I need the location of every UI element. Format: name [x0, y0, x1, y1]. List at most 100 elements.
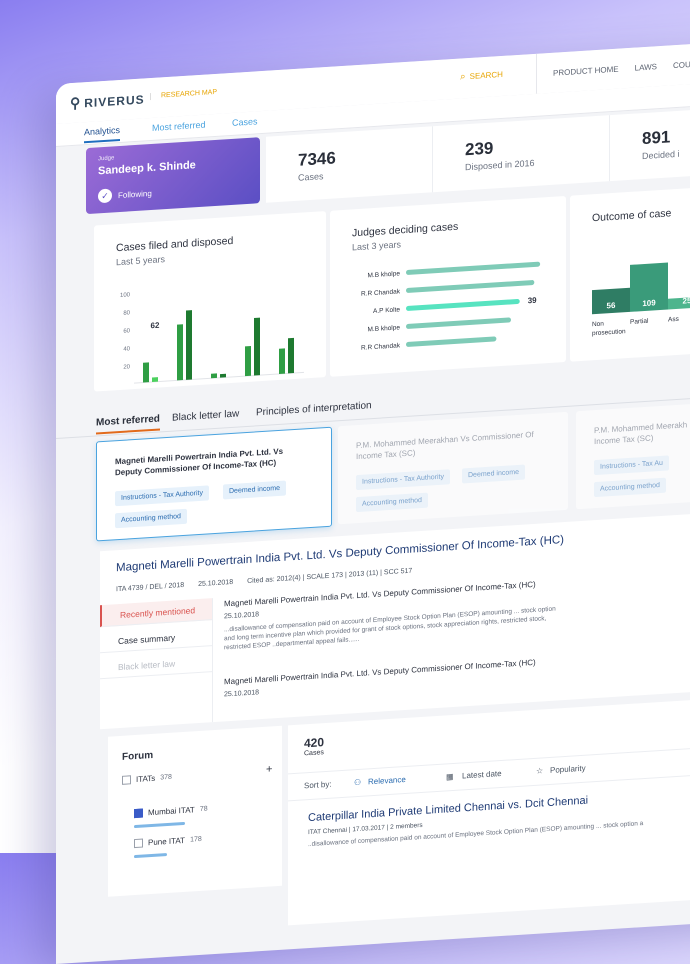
research-map-link[interactable]: RESEARCH MAP	[150, 88, 218, 101]
search-button[interactable]: ⌕ SEARCH	[460, 69, 503, 83]
tab-most-referred[interactable]: Most referred	[152, 120, 206, 133]
stat-value: 7346	[298, 148, 336, 170]
search-icon: ⌕	[460, 71, 466, 83]
tag-chip[interactable]: Instructions - Tax Authority	[115, 485, 209, 507]
tab-most-referred-section[interactable]: Most referred	[96, 413, 160, 435]
nav-product-home[interactable]: PRODUCT HOME	[553, 64, 619, 77]
bar-label: M.B kholpe	[368, 324, 401, 333]
results-count-label: Cases	[304, 749, 324, 758]
search-label: SEARCH	[469, 69, 503, 81]
y-tick-label: 40	[123, 346, 130, 352]
tab-black-letter-law[interactable]: Black letter law	[172, 408, 239, 423]
case-title[interactable]: Magneti Marelli Powertrain India Pvt. Lt…	[116, 534, 564, 574]
ref-card-title: Magneti Marelli Powertrain India Pvt. Lt…	[115, 446, 284, 478]
tag-chip[interactable]: Accounting method	[594, 477, 666, 498]
tab-principles-of-interpretation[interactable]: Principles of interpretation	[256, 400, 372, 418]
checkbox[interactable]	[134, 838, 143, 849]
logo-text: RIVERUS	[84, 91, 145, 110]
forum-count: 378	[160, 773, 172, 782]
ref-card[interactable]: P.M. Mohammed Meerakh Income Tax (SC) In…	[576, 399, 690, 510]
case-number: ITA 4739 / DEL / 2018	[116, 581, 185, 594]
forum-item-mumbai-itat[interactable]: Mumbai ITAT 78	[134, 804, 208, 819]
bar	[143, 362, 149, 383]
relevance-icon[interactable]: ⚇	[354, 778, 361, 787]
stat-label: Decided i	[642, 148, 680, 162]
x-tick-label: 2013	[212, 385, 226, 391]
checkbox-checked[interactable]	[134, 808, 143, 819]
mention-entry[interactable]: Magneti Marelli Powertrain India Pvt. Lt…	[224, 578, 564, 652]
expand-icon[interactable]: +	[266, 763, 272, 775]
nav-courts[interactable]: COURTS	[673, 59, 690, 70]
judges-chart-card: Judges deciding cases Last 3 years M.B k…	[330, 195, 566, 377]
bar-label: M.B kholpe	[368, 270, 401, 279]
results-panel: 420 Cases Sort by: ⚇ Relevance ▦ Latest …	[288, 695, 690, 926]
case-date: 25.10.2018	[198, 578, 234, 589]
bar	[152, 377, 158, 382]
logo-icon: ⚲	[70, 94, 82, 112]
stat-value: 239	[465, 138, 494, 160]
forum-item-pune-itat[interactable]: Pune ITAT 178	[134, 835, 202, 849]
tag-chip[interactable]: Deemed income	[462, 464, 525, 484]
ref-card[interactable]: P.M. Mohammed Meerakhan Vs Commissioner …	[338, 411, 568, 525]
menu-black-letter-law[interactable]: Black letter law	[100, 650, 212, 680]
forum-bar	[134, 821, 185, 829]
y-tick-label: 20	[123, 364, 130, 370]
tag-chip[interactable]: Accounting method	[115, 508, 187, 529]
tag-chip[interactable]: Instructions - Tax Au	[594, 455, 669, 476]
star-icon[interactable]: ☆	[536, 766, 543, 775]
check-icon[interactable]: ✓	[98, 188, 112, 204]
data-label: 109	[642, 298, 656, 308]
x-tick-label: 2013	[280, 381, 294, 388]
bar	[288, 337, 294, 374]
bar	[211, 373, 217, 379]
bar	[177, 324, 183, 381]
ref-card-title: P.M. Mohammed Meerakhan Vs Commissioner …	[356, 429, 534, 462]
tag-chip[interactable]: Deemed income	[223, 480, 286, 500]
following-label[interactable]: Following	[118, 189, 152, 200]
outcome-chart: 56 Nonprosecution 109 Partial 25 Ass	[592, 262, 690, 337]
sort-latest-date[interactable]: Latest date	[462, 769, 502, 780]
x-axis	[134, 371, 304, 384]
forum-item-itats[interactable]: ITATs 378	[122, 773, 172, 785]
data-label: 56	[607, 301, 616, 311]
bar	[279, 348, 285, 374]
nav-laws[interactable]: LAWS	[635, 62, 657, 72]
tag-chip[interactable]: Instructions - Tax Authority	[356, 469, 450, 491]
data-label: 39	[528, 296, 537, 306]
bar	[406, 336, 497, 347]
checkbox[interactable]	[122, 775, 131, 785]
sort-relevance[interactable]: Relevance	[368, 775, 406, 786]
bar-label: R.R Chandak	[361, 342, 401, 351]
bar	[220, 373, 226, 378]
stat-label: Cases	[298, 171, 324, 183]
bar	[254, 317, 260, 376]
mention-entry[interactable]: Magneti Marelli Powertrain India Pvt. Lt…	[224, 656, 564, 699]
x-tick-label: 2013	[144, 390, 158, 392]
forum-title: Forum	[122, 749, 154, 763]
x-tick-label: 2013	[178, 387, 192, 391]
bar	[406, 317, 511, 329]
sort-by-label: Sort by:	[304, 779, 332, 791]
forum-bar	[134, 853, 167, 859]
forum-label: Mumbai ITAT	[148, 805, 195, 818]
tag-chip[interactable]: Accounting method	[356, 492, 428, 513]
forum-count: 78	[199, 805, 208, 813]
bar	[406, 261, 541, 275]
ref-card[interactable]: Magneti Marelli Powertrain India Pvt. Lt…	[96, 426, 332, 542]
calendar-icon[interactable]: ▦	[446, 772, 454, 781]
results-count: 420	[304, 735, 325, 751]
tab-analytics[interactable]: Analytics	[84, 124, 121, 144]
sort-popularity[interactable]: Popularity	[550, 764, 586, 775]
tab-cases[interactable]: Cases	[232, 116, 258, 128]
bar	[186, 310, 192, 380]
bar-label: R.R Chandak	[361, 288, 401, 297]
stat-decided: 891 Decided i	[610, 105, 690, 182]
menu-recently-mentioned[interactable]: Recently mentioned	[100, 598, 212, 628]
y-tick-label: 60	[123, 328, 130, 334]
cases-chart-card: Cases filed and disposed Last 5 years 20…	[94, 211, 326, 392]
logo[interactable]: ⚲ RIVERUS	[70, 90, 145, 112]
case-citation: Cited as: 2012(4) | SCALE 173 | 2013 (11…	[247, 567, 413, 585]
y-tick-label: 100	[120, 292, 131, 299]
x-tick-label: 2013	[246, 383, 260, 390]
menu-case-summary[interactable]: Case summary	[100, 624, 212, 654]
